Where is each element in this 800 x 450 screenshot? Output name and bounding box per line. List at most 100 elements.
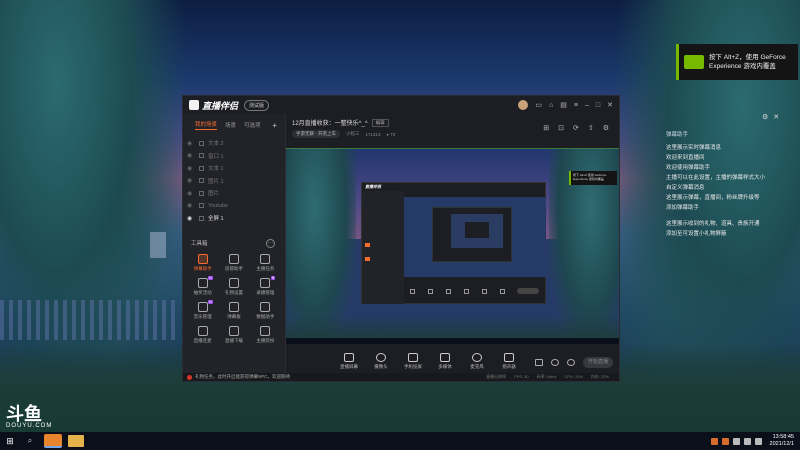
tool-live-link[interactable]: 直播连麦 xyxy=(187,325,218,344)
tool-download[interactable]: 直播下载 xyxy=(218,325,249,344)
lock-icon[interactable] xyxy=(199,140,204,146)
more-tools-icon[interactable]: ··· xyxy=(266,238,275,248)
source-item[interactable]: ◉ 窗口 1 xyxy=(187,150,285,163)
status-bar: 礼物任务，此时开启能获得弹幕NPC，欢迎期待 直播分辨率 FPS: 30 码率:… xyxy=(183,373,619,381)
tray-app-icon[interactable] xyxy=(710,437,718,445)
geforce-overlay-notice[interactable]: 按下 Alt+Z，使用 GeForce Experience 游戏内覆盖 xyxy=(676,44,798,80)
chat-settings-icon[interactable]: ⚙ xyxy=(762,113,768,121)
room-category[interactable]: 手游无聊 - 开黑上车 xyxy=(292,130,340,138)
tool-danmaku-assistant[interactable]: 弹幕助手 xyxy=(187,253,218,272)
monitor-icon xyxy=(344,352,354,362)
tray-input-icon[interactable] xyxy=(754,437,762,445)
source-item[interactable]: ◉ 图片 xyxy=(187,187,285,200)
lock-icon[interactable] xyxy=(199,215,204,221)
phone-cast-button[interactable]: 手机投屏 xyxy=(402,352,424,370)
scene-sidebar: 我的场景 场景 可选项 + ◉ 文本 2 ◉ 窗口 1 ◉ 文本 1 ◉ 图片 1 ◉ 图… xyxy=(183,114,286,376)
maximize-icon[interactable]: □ xyxy=(596,102,600,109)
chat-row: 自定义弹幕消息 xyxy=(666,185,705,191)
screen-capture-button[interactable]: 直播屏幕 xyxy=(338,352,360,370)
source-item[interactable]: ◉ Youtube xyxy=(187,200,285,213)
chat-row: 主播可以在此设置，主播的弹幕样式大小 xyxy=(666,175,766,181)
eye-icon[interactable]: ◉ xyxy=(187,177,195,184)
multimedia-button[interactable]: 多媒体 xyxy=(434,352,456,370)
live-preview[interactable]: 按下 Alt+Z 使用 GeForce Experience 游戏内覆盖 直播伴… xyxy=(286,148,619,344)
search-icon[interactable]: ⌕ xyxy=(20,436,40,446)
source-item[interactable]: ◉ 图片 1 xyxy=(187,175,285,188)
source-item[interactable]: ◉ 文本 1 xyxy=(187,162,285,175)
tool-recording[interactable]: N 录播管理 xyxy=(250,275,281,296)
message-icon[interactable]: ▭ xyxy=(535,101,542,109)
tab-scenes[interactable]: 场景 xyxy=(225,121,236,129)
speaker-button[interactable]: 扬声器 xyxy=(498,352,520,370)
edit-title-button[interactable]: 编辑 xyxy=(371,118,389,127)
eye-icon[interactable]: ◉ xyxy=(187,165,195,172)
taskbar-file-explorer-icon[interactable] xyxy=(68,435,84,447)
version-badge[interactable]: 测试版 xyxy=(244,99,270,111)
chat-close-icon[interactable]: ✕ xyxy=(773,113,779,121)
lock-icon[interactable] xyxy=(199,203,204,209)
room-anchor-name: 小程三 xyxy=(346,131,360,136)
tool-dressup[interactable]: 主播装扮 xyxy=(250,325,281,344)
menu-icon[interactable]: ≡ xyxy=(574,102,578,109)
source-item[interactable]: ◉ 文本 2 xyxy=(187,137,285,150)
camera-icon xyxy=(376,352,386,362)
preview-nested-window: 直播伴侣 xyxy=(361,182,546,304)
gear-icon[interactable] xyxy=(567,359,575,366)
stream-stats: 直播分辨率 FPS: 30 码率: 0kb/s CPU: 11% 内存: 22% xyxy=(486,374,609,379)
eye-icon[interactable]: ◉ xyxy=(187,140,195,147)
tool-gift-settings[interactable]: 礼物设置 xyxy=(218,277,249,296)
chat-row: 这里展示弹幕，直播间，粉丝牌升级等 xyxy=(666,195,760,201)
taskbar-clock[interactable]: 13:58:45 2021/12/1 xyxy=(770,434,794,448)
sidebar-tabs: 我的场景 场景 可选项 + xyxy=(183,114,285,134)
tab-my-scenes[interactable]: 我的场景 xyxy=(195,120,218,130)
tool-danmaku-board[interactable]: 弹幕板 xyxy=(218,301,249,320)
start-live-button[interactable]: 开始直播 xyxy=(583,357,613,368)
screenshot-icon[interactable]: ⊞ xyxy=(543,124,549,132)
chat-overlay-controls: ⚙ ✕ xyxy=(762,113,779,121)
gift-icon[interactable]: ⌂ xyxy=(549,102,553,109)
titlebar-actions: ▭ ⌂ ▤ ≡ – □ ✕ xyxy=(518,100,613,110)
user-avatar[interactable] xyxy=(518,100,529,110)
tray-app-icon[interactable] xyxy=(721,437,729,445)
circle-icon[interactable] xyxy=(551,359,559,366)
tool-anchor-tasks[interactable]: 主播任务 xyxy=(250,253,281,272)
eye-icon[interactable]: ◉ xyxy=(187,202,195,209)
lock-icon[interactable] xyxy=(199,165,204,171)
share-icon[interactable]: ⇧ xyxy=(588,124,594,132)
system-tray: 13:58:45 2021/12/1 xyxy=(710,434,794,448)
tool-music[interactable]: N 音乐管理 xyxy=(187,299,218,320)
microphone-button[interactable]: 麦克风 xyxy=(466,352,488,370)
preview-geforce-notice: 按下 Alt+Z 使用 GeForce Experience 游戏内覆盖 xyxy=(569,171,617,185)
tab-options[interactable]: 可选项 xyxy=(244,121,261,129)
tray-network-icon[interactable] xyxy=(732,437,740,445)
lock-icon[interactable] xyxy=(199,178,204,184)
close-icon[interactable]: ✕ xyxy=(607,101,613,109)
download-icon xyxy=(228,325,239,336)
chat-row: 欢迎使用弹幕助手 xyxy=(666,165,711,171)
refresh-icon[interactable]: ⟳ xyxy=(573,124,579,132)
microphone-icon xyxy=(472,352,482,362)
tray-volume-icon[interactable] xyxy=(743,437,751,445)
taskbar-app-live-companion[interactable] xyxy=(44,434,62,448)
lock-icon[interactable]: ⊡ xyxy=(558,124,564,132)
skin-icon[interactable]: ▤ xyxy=(560,101,567,109)
lock-icon[interactable] xyxy=(199,153,204,159)
add-scene-button[interactable]: + xyxy=(272,121,277,130)
eye-icon[interactable]: ◉ xyxy=(187,152,195,159)
source-item[interactable]: ◉ 全屏 1 xyxy=(187,212,285,225)
status-message[interactable]: 礼物任务，此时开启能获得弹幕NPC，欢迎期待 xyxy=(195,374,290,380)
window-titlebar[interactable]: 直播伴侣 测试版 ▭ ⌂ ▤ ≡ – □ ✕ xyxy=(183,96,619,114)
tool-data-assistant[interactable]: 数据助手 xyxy=(250,301,281,320)
windows-start-icon[interactable]: ⊞ xyxy=(0,432,20,450)
record-icon[interactable] xyxy=(535,359,543,366)
camera-button[interactable]: 摄像头 xyxy=(370,352,392,370)
eye-icon[interactable]: ◉ xyxy=(187,190,195,197)
tool-lottery[interactable]: N 抽奖活动 xyxy=(187,275,218,296)
toolbox-grid: 弹幕助手 房管助手 主播任务 N 抽奖活动 礼物设置 N 录播管理 N 音乐管理 弹幕… xyxy=(183,248,285,344)
minimize-icon[interactable]: – xyxy=(585,102,589,109)
tool-room-admin[interactable]: 房管助手 xyxy=(218,253,249,272)
lock-icon[interactable] xyxy=(199,190,204,196)
eye-icon[interactable]: ◉ xyxy=(187,215,195,222)
settings-icon[interactable]: ⚙ xyxy=(603,124,609,132)
chat-row: 欢迎来到直播间 xyxy=(666,155,705,161)
